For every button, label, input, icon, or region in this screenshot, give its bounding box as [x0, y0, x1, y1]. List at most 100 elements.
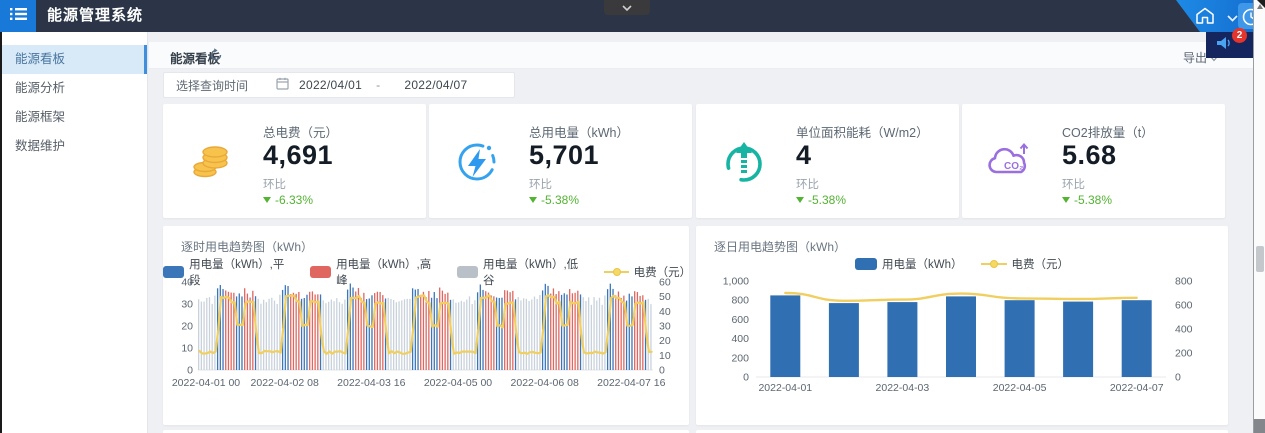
hour-bar: [333, 301, 334, 370]
hour-bar: [491, 295, 492, 370]
top-header: 能源管理系统: [0, 0, 1253, 32]
hourly-chart-canvas[interactable]: 01020304001020304050602022-04-01 002022-…: [171, 278, 681, 400]
speaker-icon: [1206, 35, 1233, 56]
hour-bar: [499, 298, 500, 370]
x-axis-tick: 2022-04-03: [876, 382, 930, 394]
hour-bar: [342, 304, 343, 370]
x-axis-tick: 2022-04-02 08: [251, 377, 319, 389]
hour-bar: [198, 299, 199, 370]
menu-toggle-button[interactable]: [0, 0, 36, 32]
legend-item-price[interactable]: 电费（元）: [981, 256, 1070, 272]
end-date-value[interactable]: 2022/04/07: [404, 78, 467, 92]
chart-title: 逐日用电趋势图（kWh）: [714, 238, 846, 255]
hour-bar: [404, 299, 405, 370]
stat-value: 5.68: [1062, 140, 1117, 171]
hour-bar: [271, 298, 272, 370]
start-date-value[interactable]: 2022/04/01: [299, 78, 362, 92]
hour-bar: [461, 301, 462, 370]
hour-bar: [621, 298, 622, 370]
hour-bar: [393, 300, 394, 370]
scrollbar-bottom-block: [1254, 419, 1265, 433]
right-axis-tick: 60: [659, 277, 671, 289]
left-axis-tick: 10: [181, 343, 193, 355]
refresh-icon: [209, 49, 223, 66]
hour-bar: [390, 299, 391, 370]
triangle-down-icon: [796, 197, 804, 203]
hour-bar: [556, 294, 557, 370]
header-collapse-tab[interactable]: [604, 0, 650, 15]
stat-label: CO2排放量（t）: [1062, 122, 1154, 141]
hour-bar: [547, 286, 548, 370]
hour-bar: [528, 301, 529, 370]
triangle-down-icon: [1062, 197, 1070, 203]
hour-bar: [588, 297, 589, 370]
hour-bar: [604, 296, 605, 370]
stat-card-total-cost: 总电费（元） 4,691 环比 -6.33%: [163, 104, 426, 218]
x-axis-tick: 2022-04-05 00: [424, 377, 492, 389]
hour-bar: [453, 299, 454, 370]
day-bar: [1122, 300, 1152, 377]
hour-bar: [407, 299, 408, 370]
hour-bar: [206, 298, 207, 370]
day-bar: [829, 303, 859, 377]
hour-bar: [306, 295, 307, 370]
hour-bar: [610, 284, 611, 370]
hour-bar: [444, 294, 445, 370]
right-axis-tick: 30: [659, 321, 671, 333]
coins-icon: [185, 136, 237, 188]
stat-compare-label: 环比: [1062, 176, 1085, 192]
sidebar-item-data-maintenance[interactable]: 数据维护: [2, 132, 147, 161]
hour-bar: [268, 299, 269, 370]
hour-bar: [336, 298, 337, 370]
hour-bar: [615, 295, 616, 370]
app-title: 能源管理系统: [47, 0, 143, 32]
x-axis-tick: 2022-04-06 08: [511, 377, 579, 389]
hour-bar: [325, 303, 326, 370]
hour-bar: [323, 300, 324, 370]
right-axis-tick: 50: [659, 291, 671, 303]
hour-bar: [344, 300, 345, 370]
co2-cloud-icon: CO₂: [984, 136, 1036, 188]
notification-widget[interactable]: 2: [1206, 32, 1253, 58]
hour-bar: [426, 297, 427, 370]
right-axis-tick: 800: [1175, 276, 1193, 288]
hour-bar: [602, 305, 603, 370]
hour-bar: [212, 304, 213, 370]
hamburger-icon: [10, 7, 27, 26]
hour-bar: [274, 301, 275, 370]
right-axis-tick: 0: [659, 365, 665, 377]
export-label: 导出: [1183, 49, 1207, 66]
hour-bar: [650, 304, 651, 370]
hour-bar: [531, 299, 532, 370]
hour-bar: [350, 284, 351, 370]
hour-bar: [523, 298, 524, 370]
right-axis-tick: 600: [1175, 300, 1193, 312]
left-axis-tick: 0: [743, 372, 749, 384]
hour-bar: [596, 301, 597, 370]
hour-bar: [436, 298, 437, 370]
left-axis-tick: 20: [181, 321, 193, 333]
date-range-picker[interactable]: 选择查询时间 2022/04/01 - 2022/04/07: [163, 72, 515, 98]
legend-item-energy[interactable]: 用电量（kWh）: [855, 256, 963, 272]
legend-swatch: [855, 258, 877, 270]
sidebar-item-energy-analysis[interactable]: 能源分析: [2, 74, 147, 103]
scrollbar-thumb[interactable]: [1256, 246, 1264, 272]
hour-bar: [485, 291, 486, 370]
sidebar-item-energy-framework[interactable]: 能源框架: [2, 103, 147, 132]
day-bar: [1005, 300, 1035, 377]
refresh-button[interactable]: [209, 48, 224, 63]
x-axis-tick: 2022-04-03 16: [337, 377, 405, 389]
stat-compare-label: 环比: [796, 176, 819, 192]
sidebar-item-energy-dashboard[interactable]: 能源看板: [2, 45, 147, 74]
triangle-down-icon: [263, 197, 271, 203]
hour-bar: [504, 290, 505, 370]
hour-bar: [463, 302, 464, 370]
hour-bar: [526, 299, 527, 370]
home-button[interactable]: [1194, 6, 1216, 26]
daily-chart-canvas[interactable]: 02004006008001,00002004006008002022-04-0…: [704, 278, 1220, 400]
right-axis-tick: 400: [1175, 324, 1193, 336]
window-scrollbar[interactable]: [1253, 0, 1265, 433]
hour-bar: [279, 295, 280, 370]
hour-bar: [239, 293, 240, 370]
hour-bar: [474, 300, 475, 370]
